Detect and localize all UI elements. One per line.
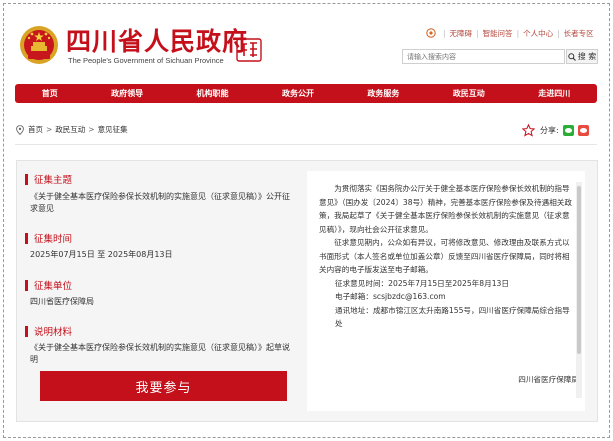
nav-institutions[interactable]: 机构职能	[197, 88, 229, 99]
link-elder-zone[interactable]: 长者专区	[564, 28, 594, 39]
notice-signature: 四川省医疗保障局	[518, 375, 579, 384]
share-bar: 分享:	[522, 124, 589, 137]
nav-home[interactable]: 首页	[42, 88, 58, 99]
divider-line	[15, 144, 597, 145]
main-nav: 首页 政府领导 机构职能 政务公开 政务服务 政民互动 走进四川	[15, 84, 597, 103]
nav-gov-affairs-public[interactable]: 政务公开	[282, 88, 314, 99]
search-input[interactable]	[402, 49, 565, 64]
national-emblem-icon	[20, 26, 58, 64]
notice-paragraph-2: 征求意见期内，公众如有异议，可将修改意见、修改理由及联系方式以书面形式（本人签名…	[319, 238, 570, 274]
notice-time: 征求意见时间：2025年7月15日至2025年8月13日	[335, 278, 509, 288]
nav-gov-services[interactable]: 政务服务	[367, 88, 399, 99]
seal-logo	[236, 38, 262, 62]
site-title[interactable]: 四川省人民政府	[66, 28, 248, 56]
notice-address: 通讯地址：成都市锦江区太升南路155号，四川省医疗保障局综合指导处	[335, 305, 570, 329]
breadcrumb-home[interactable]: 首页	[28, 124, 43, 135]
weibo-icon[interactable]	[577, 125, 589, 136]
notice-text: 为贯彻落实《国务院办公厅关于健全基本医疗保险参保长效机制的指导意见》（国办发〔2…	[319, 182, 579, 384]
notice-email: 电子邮箱：scsjbzdc@163.com	[335, 292, 446, 301]
location-icon	[16, 124, 24, 135]
breadcrumb-current: 意见征集	[97, 125, 128, 134]
wechat-icon[interactable]	[562, 125, 574, 136]
section-material-link[interactable]: 《关于健全基本医疗保险参保长效机制的实施意见（征求意见稿）》起草说明	[30, 342, 292, 366]
site-subtitle: The People's Government of Sichuan Provi…	[68, 56, 224, 65]
search-button[interactable]: 搜 索	[566, 49, 598, 64]
link-personal-center[interactable]: 个人中心	[523, 28, 553, 39]
breadcrumb: 首页 > 政民互动 > 意见征集	[16, 124, 128, 135]
section-time-heading: 征集时间	[25, 231, 72, 245]
link-accessibility[interactable]: 无障碍	[450, 28, 473, 39]
section-unit-heading: 征集单位	[25, 278, 72, 292]
favorite-star-icon[interactable]	[522, 124, 535, 137]
top-links: | 无障碍 | 智能问答 | 个人中心 | 长者专区	[426, 27, 594, 39]
nav-public-interaction[interactable]: 政民互动	[453, 88, 485, 99]
share-label: 分享:	[540, 126, 559, 135]
section-time-body: 2025年07月15日 至 2025年08月13日	[30, 250, 173, 259]
scrollbar-thumb[interactable]	[577, 186, 581, 354]
breadcrumb-interaction[interactable]: 政民互动	[55, 124, 85, 135]
section-unit-body: 四川省医疗保障局	[30, 297, 94, 306]
section-topic-heading: 征集主题	[25, 172, 72, 186]
nav-about-sichuan[interactable]: 走进四川	[538, 88, 570, 99]
search-icon	[568, 52, 576, 61]
link-smart-qa[interactable]: 智能问答	[483, 28, 513, 39]
section-material-heading: 说明材料	[25, 324, 72, 338]
participate-button[interactable]: 我要参与	[40, 371, 287, 401]
search-button-label: 搜 索	[577, 52, 597, 61]
location-pin-icon[interactable]	[426, 27, 436, 39]
section-topic-body: 《关于健全基本医疗保险参保长效机制的实施意见（征求意见稿）》公开征求意见	[30, 192, 290, 213]
notice-paragraph-1: 为贯彻落实《国务院办公厅关于健全基本医疗保险参保长效机制的指导意见》（国办发〔2…	[319, 184, 572, 234]
nav-gov-leaders[interactable]: 政府领导	[111, 88, 143, 99]
